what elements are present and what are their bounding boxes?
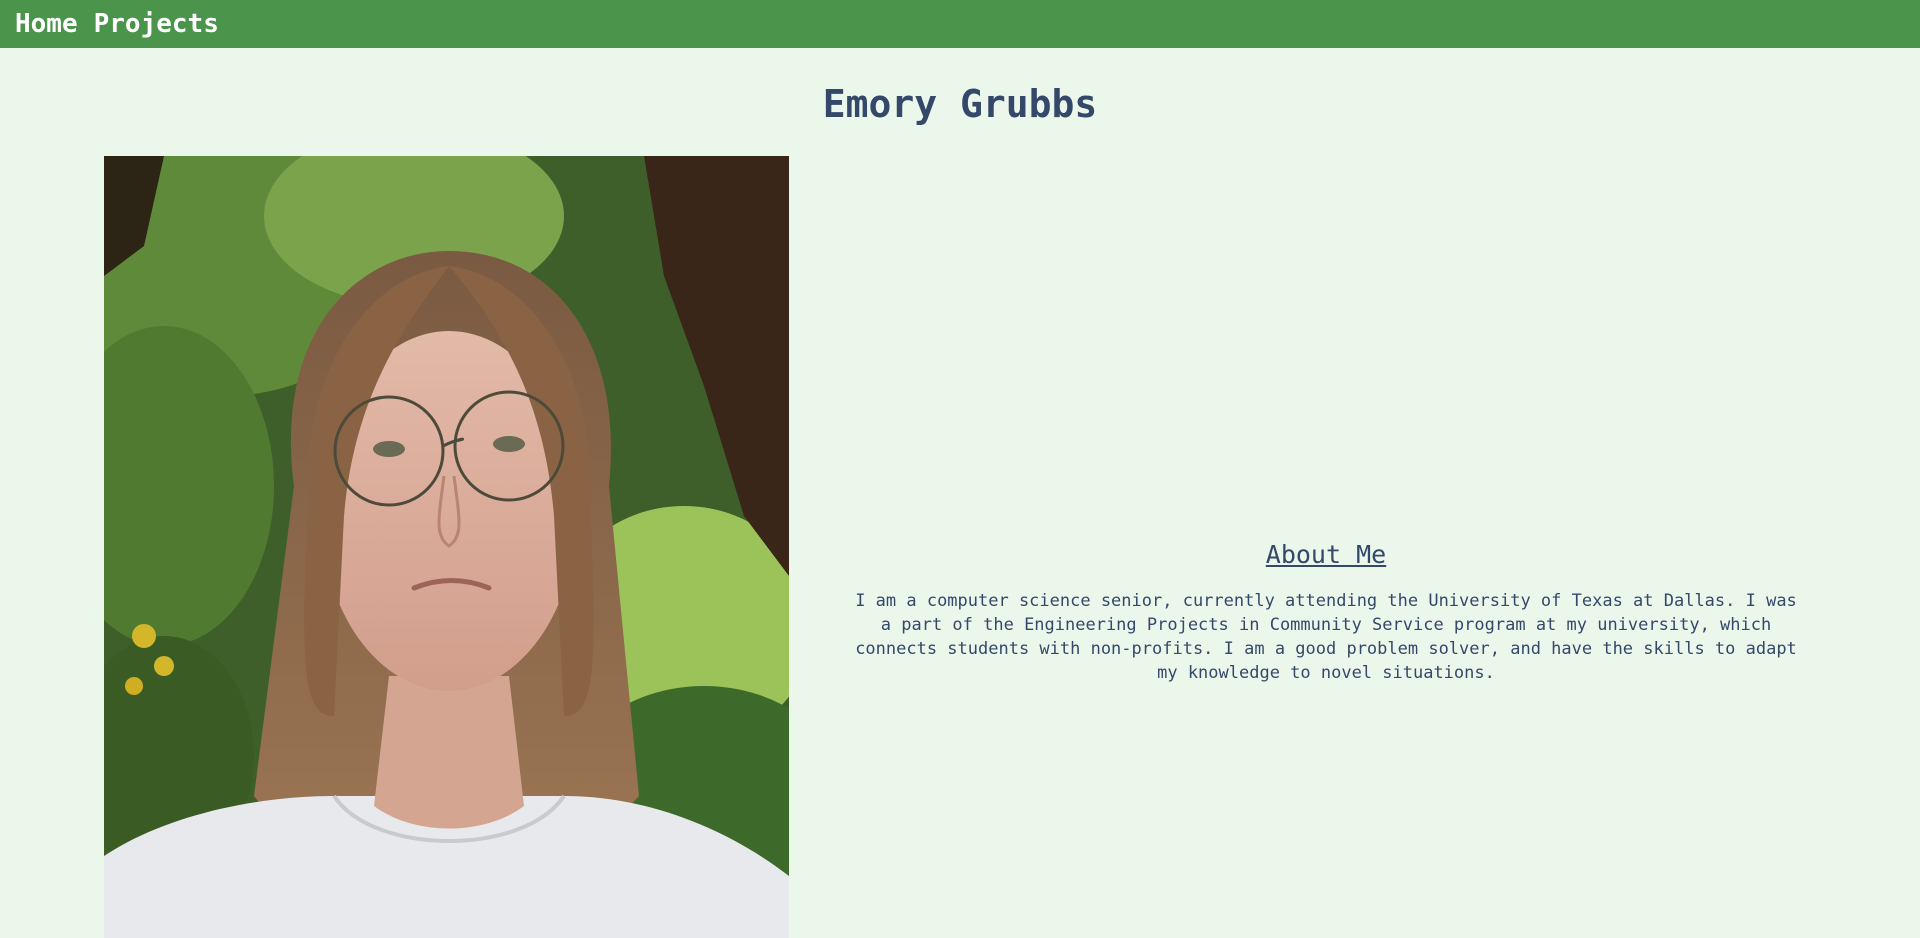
nav-link-home[interactable]: Home xyxy=(15,0,78,48)
portrait-photo xyxy=(104,156,789,938)
about-heading: About Me xyxy=(1265,540,1387,569)
nav-link-projects[interactable]: Projects xyxy=(94,0,219,48)
about-text: I am a computer science senior, currentl… xyxy=(855,591,1797,683)
about-section: About Me I am a computer science senior,… xyxy=(848,540,1804,685)
top-navbar: Home Projects xyxy=(0,0,1920,48)
page-title: Emory Grubbs xyxy=(822,82,1098,126)
